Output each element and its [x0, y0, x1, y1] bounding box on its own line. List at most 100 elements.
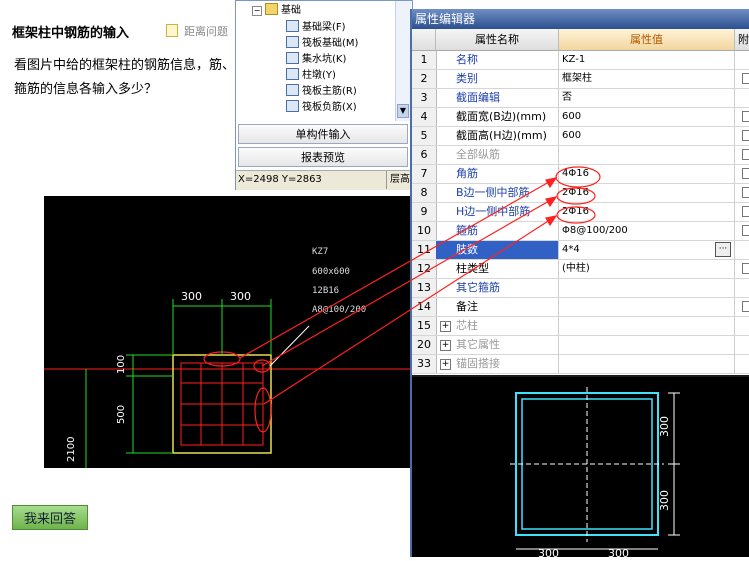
status-bar: X=2498 Y=2863 层高	[236, 170, 412, 190]
property-row[interactable]: 33 锚固搭接 +	[412, 355, 749, 374]
expand-icon[interactable]: +	[440, 340, 451, 351]
single-component-input-button[interactable]: 单构件输入	[238, 124, 408, 144]
tree-item-column-pier[interactable]: 柱墩(Y)	[286, 68, 336, 84]
property-value[interactable]: KZ-1	[559, 51, 735, 69]
expand-icon[interactable]: +	[440, 359, 451, 370]
property-value[interactable]	[559, 298, 735, 316]
property-row[interactable]: 20 其它属性 +	[412, 336, 749, 355]
property-value[interactable]: 4*4	[559, 241, 735, 259]
property-value[interactable]: 4Φ16	[559, 165, 735, 183]
property-value[interactable]	[559, 146, 735, 164]
tree-item-foundation-beam[interactable]: 基础梁(F)	[286, 20, 346, 36]
property-name: 截面宽(B边)(mm)	[436, 108, 559, 126]
property-value[interactable]	[559, 279, 735, 297]
property-value[interactable]: 600	[559, 108, 735, 126]
property-row[interactable]: 15 芯柱 +	[412, 317, 749, 336]
collapse-icon[interactable]: −	[252, 6, 262, 16]
property-name: 其它箍筋	[436, 279, 559, 297]
tree-item-raft-foundation[interactable]: 筏板基础(M)	[286, 36, 358, 52]
property-name: H边一侧中部筋	[436, 203, 559, 221]
property-value[interactable]: (中柱)	[559, 260, 735, 278]
attach-checkbox[interactable]	[742, 187, 749, 198]
dim-right-label: 300	[230, 290, 251, 303]
question-body: 看图片中给的框架柱的钢筋信息，筋、箍筋的信息各输入多少？	[14, 58, 236, 97]
property-name: 肢数	[436, 241, 559, 259]
row-number: 13	[412, 279, 437, 297]
property-value[interactable]: 否	[559, 89, 735, 107]
property-name: 锚固搭接	[436, 355, 559, 373]
tree-item-raft-negative-rebar[interactable]: 筏板负筋(X)	[286, 100, 357, 116]
attach-checkbox[interactable]	[742, 111, 749, 122]
column-stirrup: A8@100/200	[312, 305, 366, 315]
property-row[interactable]: 12 柱类型 (中柱)	[412, 260, 749, 279]
property-value[interactable]	[559, 355, 735, 373]
property-row[interactable]: 2 类别 框架柱	[412, 70, 749, 89]
header-extra: 附加	[735, 29, 749, 51]
tree-item-sump-pit[interactable]: 集水坑(K)	[286, 52, 346, 68]
property-name: 全部纵筋	[436, 146, 559, 164]
property-row[interactable]: 11 肢数 4*4 ···	[412, 241, 749, 260]
property-row[interactable]: 5 截面高(H边)(mm) 600	[412, 127, 749, 146]
clock-icon	[166, 24, 178, 37]
property-row[interactable]: 4 截面宽(B边)(mm) 600	[412, 108, 749, 127]
property-row[interactable]: 7 角筋 4Φ16	[412, 165, 749, 184]
property-value[interactable]	[559, 336, 735, 354]
stirrup-grid	[180, 362, 264, 446]
scroll-down-arrow-icon[interactable]: ▼	[397, 104, 409, 118]
property-value[interactable]: 600	[559, 127, 735, 145]
dim-100-label: 100	[116, 355, 127, 374]
property-value[interactable]: 2Φ16	[559, 203, 735, 221]
tree-item-label: 筏板基础(M)	[302, 38, 359, 49]
attach-checkbox[interactable]	[742, 263, 749, 274]
property-value[interactable]: 2Φ16	[559, 184, 735, 202]
row-number: 8	[412, 184, 437, 202]
tree-item-label: 筏板负筋(X)	[302, 102, 357, 113]
row-number: 12	[412, 260, 437, 278]
annotation-ellipse-corner	[253, 359, 271, 373]
ellipsis-button[interactable]: ···	[715, 242, 731, 257]
cad-drawing-image: 300 300 100 500 2100 KZ7 600x600 12B16 A…	[44, 196, 416, 468]
cursor-coordinates: X=2498 Y=2863	[238, 174, 322, 185]
row-number: 9	[412, 203, 437, 221]
property-name: 截面编辑	[436, 89, 559, 107]
row-number: 2	[412, 70, 437, 88]
property-row[interactable]: 9 H边一侧中部筋 2Φ16	[412, 203, 749, 222]
property-name: 类别	[436, 70, 559, 88]
property-row[interactable]: 6 全部纵筋	[412, 146, 749, 165]
attach-checkbox[interactable]	[742, 130, 749, 141]
property-value[interactable]	[559, 317, 735, 335]
attach-checkbox[interactable]	[742, 149, 749, 160]
deadline-info: 距离问题	[166, 23, 228, 39]
preview-dim-h2: 300	[608, 547, 629, 557]
attach-checkbox[interactable]	[742, 301, 749, 312]
property-row[interactable]: 10 箍筋 Φ8@100/200	[412, 222, 749, 241]
property-value[interactable]: Φ8@100/200	[559, 222, 735, 240]
property-row[interactable]: 1 名称 KZ-1	[412, 51, 749, 70]
row-number: 3	[412, 89, 437, 107]
attach-checkbox[interactable]	[742, 225, 749, 236]
attach-checkbox[interactable]	[742, 206, 749, 217]
property-value[interactable]: 框架柱	[559, 70, 735, 88]
property-grid: 属性名称 属性值 附加 1名称KZ-12类别框架柱3截面编辑否4截面宽(B边)(…	[412, 29, 749, 375]
report-preview-button[interactable]: 报表预览	[238, 147, 408, 167]
property-row[interactable]: 13 其它箍筋	[412, 279, 749, 298]
preview-dim-v1: 300	[658, 416, 671, 437]
answer-button[interactable]: 我来回答	[12, 505, 88, 530]
attach-checkbox[interactable]	[742, 73, 749, 84]
header-name: 属性名称	[436, 29, 559, 51]
column-pier-icon	[286, 68, 299, 80]
raft-main-rebar-icon	[286, 84, 299, 96]
property-row[interactable]: 3 截面编辑否	[412, 89, 749, 108]
attach-checkbox[interactable]	[742, 168, 749, 179]
property-row[interactable]: 14 备注	[412, 298, 749, 317]
tree-node-foundation[interactable]: − 基础	[252, 3, 301, 19]
property-row[interactable]: 8 B边一侧中部筋 2Φ16	[412, 184, 749, 203]
property-name: 箍筋	[436, 222, 559, 240]
sump-pit-icon	[286, 52, 299, 64]
tree-item-raft-main-rebar[interactable]: 筏板主筋(R)	[286, 84, 357, 100]
row-number: 1	[412, 51, 437, 69]
folder-icon	[265, 3, 278, 15]
row-number: 5	[412, 127, 437, 145]
tree-scrollbar[interactable]: ▼	[395, 1, 411, 121]
expand-icon[interactable]: +	[440, 321, 451, 332]
